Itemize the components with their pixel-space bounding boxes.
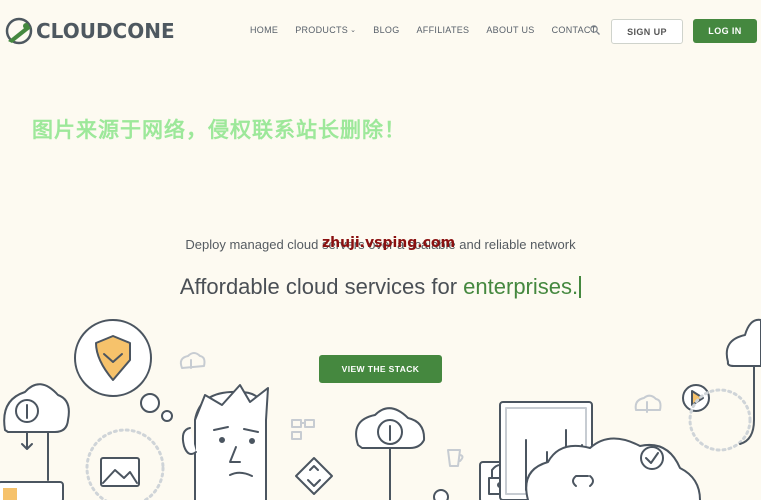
search-icon[interactable] (589, 24, 601, 36)
decorative-bubble (433, 489, 449, 500)
nav-affiliates[interactable]: AFFILIATES (417, 25, 470, 35)
cloud-upload-icon (355, 407, 426, 500)
nav-about-us[interactable]: ABOUT US (486, 25, 534, 35)
server-icon (0, 481, 64, 500)
shield-bubble-icon (74, 319, 173, 422)
cloud-download-icon (179, 352, 206, 369)
cloud-icon (725, 318, 761, 445)
hero-headline: Affordable cloud services for enterprise… (0, 274, 761, 300)
watermark-site-url: zhuji.vsping.com (322, 235, 456, 251)
main-nav: HOME PRODUCTS ⌄ BLOG AFFILIATES ABOUT US… (250, 25, 614, 35)
cloud-download-icon (634, 394, 662, 413)
hero-illustration (0, 318, 761, 500)
cloudcone-logo-icon (5, 17, 33, 45)
nav-blog[interactable]: BLOG (373, 25, 399, 35)
move-diamond-icon (295, 457, 333, 495)
brand-name: CLOUDCONE (36, 19, 175, 43)
nav-home[interactable]: HOME (250, 25, 278, 35)
workflow-icon (291, 419, 315, 440)
coffee-cup-icon (447, 449, 464, 467)
watermark-notice: 图片来源于网络，侵权联系站长删除！ (32, 118, 406, 142)
play-icon (682, 384, 752, 452)
cloud-upload-icon (3, 383, 70, 481)
person-illustration (181, 384, 269, 500)
chevron-down-icon: ⌄ (350, 27, 357, 34)
headline-prefix: Affordable cloud services for (179, 274, 464, 299)
image-icon (85, 428, 165, 500)
site-header: CLOUDCONE HOME PRODUCTS ⌄ BLOG AFFILIATE… (0, 0, 761, 62)
nav-products-label: PRODUCTS (295, 25, 349, 35)
log-in-button[interactable]: LOG IN (693, 19, 757, 43)
nav-products[interactable]: PRODUCTS ⌄ (295, 25, 356, 35)
brand-logo[interactable]: CLOUDCONE (4, 16, 175, 46)
typing-cursor (579, 276, 582, 298)
headline-accent: enterprises. (463, 274, 579, 299)
sign-up-button[interactable]: SIGN UP (611, 19, 683, 44)
